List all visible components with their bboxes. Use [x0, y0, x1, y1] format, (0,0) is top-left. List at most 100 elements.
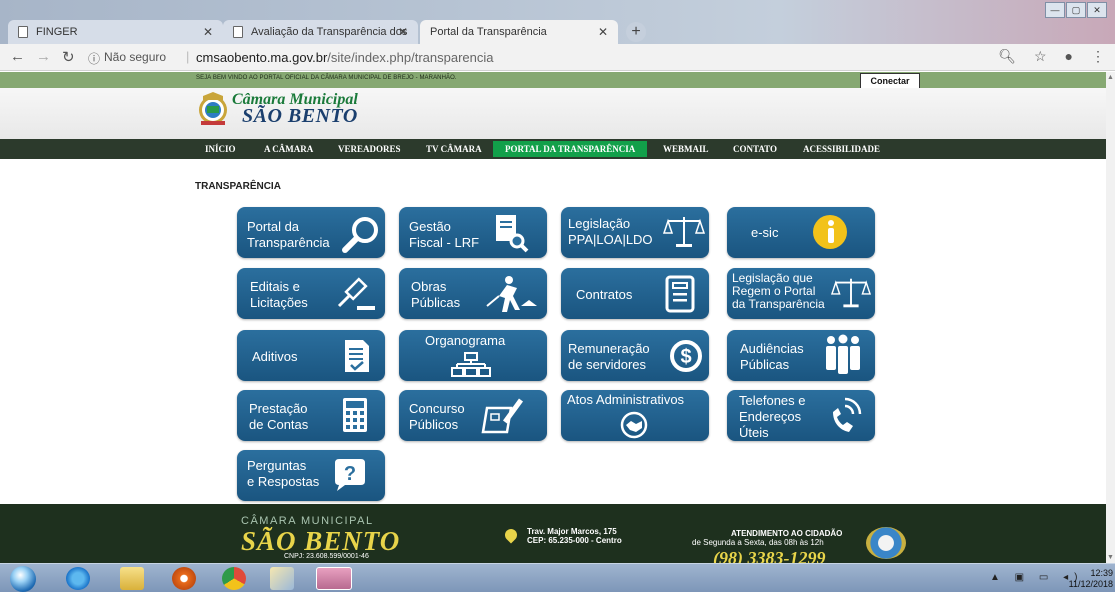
- close-window-button[interactable]: ✕: [1087, 2, 1107, 18]
- minimize-button[interactable]: —: [1045, 2, 1065, 18]
- tile-organograma[interactable]: Organograma: [399, 330, 547, 381]
- tab-title: FINGER: [36, 26, 78, 38]
- welcome-text: SEJA BEM VINDO AO PORTAL OFICIAL DA CÂMA…: [196, 75, 457, 81]
- tile-obras-publicas[interactable]: Obras Públicas: [399, 268, 547, 319]
- nav-tv-camara[interactable]: TV CÂMARA: [426, 144, 482, 154]
- window-controls: — ▢ ✕: [1045, 2, 1107, 18]
- tile-label: Concurso Públicos: [409, 401, 465, 432]
- forward-arrow-icon[interactable]: →: [36, 48, 51, 65]
- welcome-bar: SEJA BEM VINDO AO PORTAL OFICIAL DA CÂMA…: [0, 72, 1106, 88]
- reload-icon[interactable]: ↻: [62, 48, 75, 66]
- tile-label: Audiências Públicas: [740, 341, 804, 372]
- scales-icon: [663, 217, 705, 247]
- tile-label: Obras Públicas: [411, 279, 461, 310]
- tile-atos-administrativos[interactable]: Atos Administrativos: [561, 390, 709, 441]
- clock[interactable]: 12:39 11/12/2018: [1069, 568, 1113, 590]
- file-explorer-icon[interactable]: [120, 567, 144, 590]
- tile-contratos[interactable]: Contratos: [561, 268, 709, 319]
- tile-label: Editais e Licitações: [250, 279, 308, 310]
- nav-acessibilidade[interactable]: ACESSIBILIDADE: [803, 144, 880, 154]
- browser-tab-finger[interactable]: FINGER ✕: [8, 20, 223, 44]
- tile-label: Prestação de Contas: [249, 401, 309, 432]
- phone-icon: [833, 397, 862, 432]
- site-header: [0, 88, 1106, 139]
- nav-a-camara[interactable]: A CÂMARA: [264, 144, 313, 154]
- footer-cnpj: CNPJ: 23.608.599/0001-46: [284, 553, 369, 560]
- new-tab-button[interactable]: +: [626, 22, 646, 42]
- tile-label: Legislação que Regem o Portal da Transpa…: [732, 271, 825, 311]
- page-scrollbar[interactable]: ▲ ▼: [1106, 72, 1115, 563]
- tab-title: Avaliação da Transparência dos: [251, 26, 408, 38]
- tile-telefones[interactable]: Telefones e Endereços Úteis: [727, 390, 875, 441]
- handshake-icon: [620, 411, 648, 439]
- tile-label: Portal da Transparência: [247, 219, 330, 250]
- tile-legislacao-portal[interactable]: Legislação que Regem o Portal da Transpa…: [727, 268, 875, 319]
- url-path: /site/index.php/transparencia: [327, 50, 494, 65]
- browser-tab-portal[interactable]: Portal da Transparência ✕: [420, 20, 628, 124]
- browser-tab-avaliacao[interactable]: Avaliação da Transparência dos ✕: [223, 20, 418, 44]
- snipping-tool-icon[interactable]: [316, 567, 352, 590]
- scroll-up-icon[interactable]: ▲: [1107, 74, 1114, 81]
- nav-webmail[interactable]: WEBMAIL: [663, 144, 709, 154]
- account-icon[interactable]: ●: [1065, 48, 1073, 65]
- tile-legislacao-ppa[interactable]: Legislação PPA|LOA|LDO: [561, 207, 709, 258]
- windows-taskbar: ▲ ▣ ▭ ◂) 12:39 11/12/2018: [0, 563, 1115, 592]
- tile-label: Remuneração de servidores: [568, 341, 650, 372]
- tile-gestao-fiscal[interactable]: Gestão Fiscal - LRF: [399, 207, 547, 258]
- close-icon[interactable]: ✕: [598, 25, 608, 39]
- nav-contato[interactable]: CONTATO: [733, 144, 777, 154]
- maximize-button[interactable]: ▢: [1066, 2, 1086, 18]
- footer-attendance-title: ATENDIMENTO AO CIDADÃO: [731, 529, 843, 538]
- separator: |: [186, 49, 190, 64]
- tile-prestacao-contas[interactable]: Prestação de Contas: [237, 390, 385, 441]
- calculator-icon: [343, 398, 367, 432]
- internet-explorer-icon[interactable]: [66, 567, 90, 590]
- tab-title: Portal da Transparência: [430, 26, 547, 38]
- star-icon[interactable]: ☆: [1034, 48, 1047, 65]
- scales-icon: [831, 278, 871, 308]
- paint-icon[interactable]: [270, 567, 294, 590]
- document-search-icon: [496, 215, 529, 253]
- url-field[interactable]: cmsaobento.ma.gov.br/site/index.php/tran…: [196, 50, 494, 65]
- page-icon: [233, 26, 243, 38]
- connect-button[interactable]: Conectar: [860, 73, 920, 89]
- nav-portal-transparencia[interactable]: PORTAL DA TRANSPARÊNCIA: [493, 141, 648, 157]
- page-icon: [18, 26, 28, 38]
- info-icon[interactable]: ⓘ: [88, 50, 100, 67]
- footer-address-line1: Trav. Major Marcos, 175: [527, 527, 617, 536]
- start-button[interactable]: [10, 566, 36, 592]
- tile-perguntas-respostas[interactable]: Perguntas e Respostas ?: [237, 450, 385, 501]
- zoom-icon[interactable]: 🔍︎: [998, 48, 1016, 65]
- svg-text:?: ?: [344, 463, 356, 485]
- main-navigation: INÍCIO A CÂMARA VEREADORES TV CÂMARA POR…: [0, 139, 1106, 159]
- tile-label: Legislação PPA|LOA|LDO: [568, 216, 653, 247]
- section-title: TRANSPARÊNCIA: [195, 181, 281, 192]
- tile-remuneracao[interactable]: Remuneração de servidores $: [561, 330, 709, 381]
- tile-e-sic[interactable]: e-sic: [727, 207, 875, 258]
- tile-portal-transparencia[interactable]: Portal da Transparência: [237, 207, 385, 258]
- footer-address-line2: CEP: 65.235-000 - Centro: [527, 536, 622, 545]
- browser-tab-strip: FINGER ✕ Avaliação da Transparência dos …: [0, 0, 1115, 124]
- back-arrow-icon[interactable]: ←: [10, 48, 25, 65]
- chrome-icon[interactable]: [222, 567, 246, 590]
- nav-vereadores[interactable]: VEREADORES: [338, 144, 401, 154]
- nav-inicio[interactable]: INÍCIO: [205, 144, 236, 154]
- clock-time: 12:39: [1090, 568, 1113, 578]
- close-icon[interactable]: ✕: [203, 25, 213, 39]
- media-player-icon[interactable]: [172, 567, 196, 590]
- tile-aditivos[interactable]: Aditivos: [237, 330, 385, 381]
- tile-label: Telefones e Endereços Úteis: [739, 393, 806, 440]
- footer-attendance-hours: de Segunda a Sexta, das 08h às 12h: [692, 538, 824, 547]
- scroll-down-icon[interactable]: ▼: [1107, 554, 1114, 561]
- menu-icon[interactable]: ⋮: [1091, 48, 1105, 65]
- tile-label: e-sic: [751, 225, 779, 240]
- tile-editais-licitacoes[interactable]: Editais e Licitações: [237, 268, 385, 319]
- dollar-icon: $: [670, 340, 702, 372]
- checklist-icon: [345, 340, 369, 372]
- municipal-seal-logo[interactable]: [198, 92, 228, 126]
- tile-audiencias[interactable]: Audiências Públicas: [727, 330, 875, 381]
- tile-concurso-publicos[interactable]: Concurso Públicos: [399, 390, 547, 441]
- exam-icon: [481, 398, 524, 434]
- close-icon[interactable]: ✕: [398, 25, 408, 39]
- url-host: cmsaobento.ma.gov.br: [196, 50, 328, 65]
